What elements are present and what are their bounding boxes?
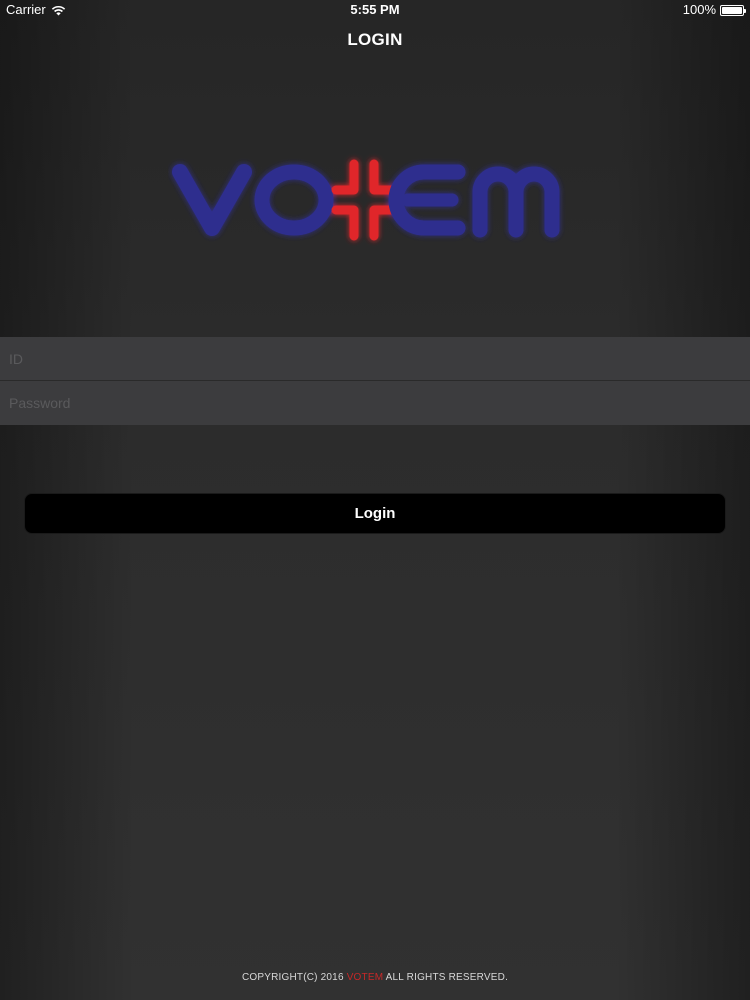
copyright-suffix: ALL RIGHTS RESERVED. bbox=[383, 972, 509, 983]
page-title: LOGIN bbox=[347, 30, 403, 49]
id-input[interactable] bbox=[0, 337, 750, 381]
copyright-footer: COPYRIGHT(C) 2016 VOTEM ALL RIGHTS RESER… bbox=[0, 972, 750, 983]
votem-logo-graphic bbox=[172, 159, 560, 241]
login-button[interactable]: Login bbox=[24, 493, 726, 534]
copyright-prefix: COPYRIGHT(C) 2016 bbox=[241, 972, 347, 983]
battery-percent: 100% bbox=[682, 2, 716, 17]
votem-logo bbox=[168, 150, 583, 250]
battery-icon bbox=[720, 4, 746, 16]
password-input[interactable] bbox=[0, 381, 750, 425]
copyright-brand: VOTEM bbox=[346, 972, 384, 983]
status-right: 100% bbox=[682, 0, 746, 20]
status-time: 5:55 PM bbox=[350, 2, 400, 17]
status-bar: Carrier 5:55 PM 100% bbox=[0, 0, 750, 20]
